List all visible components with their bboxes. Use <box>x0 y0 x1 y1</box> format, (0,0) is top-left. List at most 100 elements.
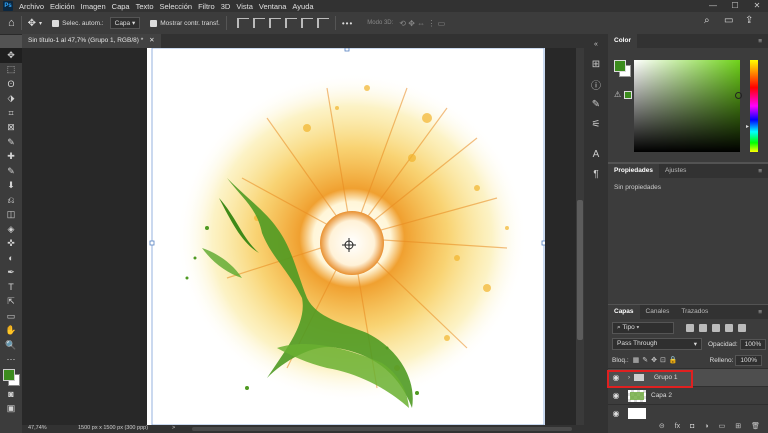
brush-tool-icon[interactable]: ✎ <box>0 164 22 179</box>
edit-toolbar-icon[interactable]: ⋯ <box>0 353 22 368</box>
gradient-tool-icon[interactable]: ◈ <box>0 222 22 237</box>
marquee-tool-icon[interactable]: ⬚ <box>0 63 22 78</box>
character-icon[interactable]: A <box>584 144 608 164</box>
color-picker-cursor[interactable] <box>735 92 742 99</box>
lasso-tool-icon[interactable]: ʘ <box>0 77 22 92</box>
trash-icon[interactable]: 🗑 <box>751 422 760 430</box>
eye-icon[interactable]: ◉ <box>608 391 624 400</box>
zoom-tool-icon[interactable]: 🔍 <box>0 338 22 353</box>
zoom-level[interactable]: 47,74% <box>28 425 47 431</box>
dodge-tool-icon[interactable]: ◐ <box>0 251 22 266</box>
menu-filtro[interactable]: Filtro <box>198 2 215 11</box>
hue-slider-handle[interactable]: ▸ <box>746 123 749 130</box>
menu-ventana[interactable]: Ventana <box>259 2 287 11</box>
lock-icons[interactable]: ▦✎✥⊡🔒 <box>633 356 681 364</box>
auto-select-checkbox[interactable]: Selec. autom.: <box>52 19 104 27</box>
info-icon[interactable]: ⓘ <box>584 74 608 94</box>
new-layer-icon[interactable]: ⊞ <box>735 422 741 430</box>
document-canvas[interactable] <box>147 48 545 425</box>
foreground-color-swatch[interactable] <box>3 369 15 381</box>
document-tab[interactable]: Sin título-1 al 47,7% (Grupo 1, RGB/8) *… <box>22 34 161 48</box>
pen-tool-icon[interactable]: ✒ <box>0 266 22 281</box>
color-fg-swatch[interactable] <box>614 60 626 72</box>
home-icon[interactable]: ⌂ <box>8 17 15 29</box>
status-arrow-icon[interactable]: > <box>172 425 175 431</box>
color-swatches[interactable] <box>0 367 22 387</box>
menu-texto[interactable]: Texto <box>136 2 154 11</box>
workspace-icon[interactable]: ▭ <box>724 15 733 26</box>
adjustment-layer-icon[interactable]: ◑ <box>704 423 708 430</box>
menu-vista[interactable]: Vista <box>236 2 253 11</box>
align-top-icon[interactable] <box>284 18 297 28</box>
blend-mode-dropdown[interactable]: Pass Through ▾ <box>612 338 702 350</box>
menu-edicion[interactable]: Edición <box>50 2 75 11</box>
panel-menu-icon[interactable]: ≡ <box>758 38 762 45</box>
filter-type-icon[interactable] <box>712 323 720 332</box>
maximize-button[interactable]: ☐ <box>724 0 746 12</box>
path-selection-tool-icon[interactable]: ⇱ <box>0 295 22 310</box>
filter-pixel-icon[interactable] <box>686 323 694 332</box>
hand-tool-icon[interactable]: ✋ <box>0 324 22 339</box>
tab-adjustments[interactable]: Ajustes <box>659 164 692 178</box>
opacity-input[interactable]: 100% <box>739 338 767 350</box>
align-middle-icon[interactable] <box>300 18 313 28</box>
eye-icon[interactable]: ◉ <box>608 409 624 418</box>
align-left-icon[interactable] <box>236 18 249 28</box>
tab-properties[interactable]: Propiedades <box>608 164 660 178</box>
type-tool-icon[interactable]: T <box>0 280 22 295</box>
brush-settings-icon[interactable]: ✎ <box>584 94 608 114</box>
history-brush-tool-icon[interactable]: ⎌ <box>0 193 22 208</box>
eyedropper-tool-icon[interactable]: ✎ <box>0 135 22 150</box>
share-icon[interactable]: ⇪ <box>745 15 753 26</box>
screen-mode-icon[interactable]: ▣ <box>0 402 22 417</box>
paragraph-icon[interactable]: ¶ <box>584 164 608 184</box>
tab-layers[interactable]: Capas <box>608 305 640 319</box>
tab-paths[interactable]: Trazados <box>675 305 714 319</box>
move-tool-icon[interactable]: ✥ <box>28 18 36 29</box>
tab-channels[interactable]: Canales <box>640 305 676 319</box>
menu-seleccion[interactable]: Selección <box>160 2 193 11</box>
quick-selection-tool-icon[interactable]: ⬗ <box>0 92 22 107</box>
layer-row-capa-2[interactable]: ◉ Capa 2 <box>608 386 768 404</box>
quick-mask-icon[interactable]: ◙ <box>0 387 22 402</box>
minimize-button[interactable]: — <box>702 0 724 12</box>
healing-brush-tool-icon[interactable]: ✚ <box>0 150 22 165</box>
auto-select-dropdown[interactable]: Capa ▾ <box>109 17 141 29</box>
crop-tool-icon[interactable]: ⌗ <box>0 106 22 121</box>
new-group-icon[interactable]: ▭ <box>719 422 726 430</box>
menu-3d[interactable]: 3D <box>221 2 231 11</box>
menu-capa[interactable]: Capa <box>112 2 130 11</box>
layer-filter-dropdown[interactable]: ⌕ Tipo ▾ <box>612 321 674 334</box>
panel-menu-icon[interactable]: ≡ <box>758 168 762 175</box>
fx-icon[interactable]: fx <box>675 423 680 430</box>
menu-imagen[interactable]: Imagen <box>81 2 106 11</box>
align-center-icon[interactable] <box>252 18 265 28</box>
hue-slider[interactable] <box>750 60 758 152</box>
close-button[interactable]: ✕ <box>746 0 768 12</box>
history-icon[interactable]: ⊞ <box>584 54 608 74</box>
color-picker-field[interactable] <box>634 60 740 152</box>
gamut-swatch[interactable] <box>624 91 632 99</box>
filter-adjustment-icon[interactable] <box>699 323 707 332</box>
eraser-tool-icon[interactable]: ◫ <box>0 208 22 223</box>
fill-input[interactable]: 100% <box>735 354 762 366</box>
menu-ayuda[interactable]: Ayuda <box>292 2 313 11</box>
adjustments-icon[interactable]: ⚟ <box>584 114 608 134</box>
blur-tool-icon[interactable]: ✜ <box>0 237 22 252</box>
menu-archivo[interactable]: Archivo <box>19 2 44 11</box>
panel-menu-icon[interactable]: ≡ <box>758 309 762 316</box>
filter-shape-icon[interactable] <box>725 323 733 332</box>
more-options-button[interactable]: ••• <box>342 19 353 28</box>
align-right-icon[interactable] <box>268 18 281 28</box>
horizontal-scrollbar[interactable] <box>192 427 572 431</box>
align-bottom-icon[interactable] <box>316 18 329 28</box>
show-transform-checkbox[interactable]: Mostrar contr. transf. <box>150 19 220 27</box>
rotate-3d-icon[interactable]: ⟲ ✥ ⇔ ⋮ ▭ <box>399 19 445 28</box>
add-mask-icon[interactable]: ◘ <box>690 423 694 430</box>
close-tab-icon[interactable]: ✕ <box>149 37 154 44</box>
move-tool-icon[interactable]: ✥ <box>0 48 22 63</box>
frame-tool-icon[interactable]: ⊠ <box>0 121 22 136</box>
chevron-down-icon[interactable]: ▾ <box>39 20 42 27</box>
tab-color[interactable]: Color <box>608 34 637 48</box>
link-layers-icon[interactable]: ⊝ <box>659 422 665 430</box>
